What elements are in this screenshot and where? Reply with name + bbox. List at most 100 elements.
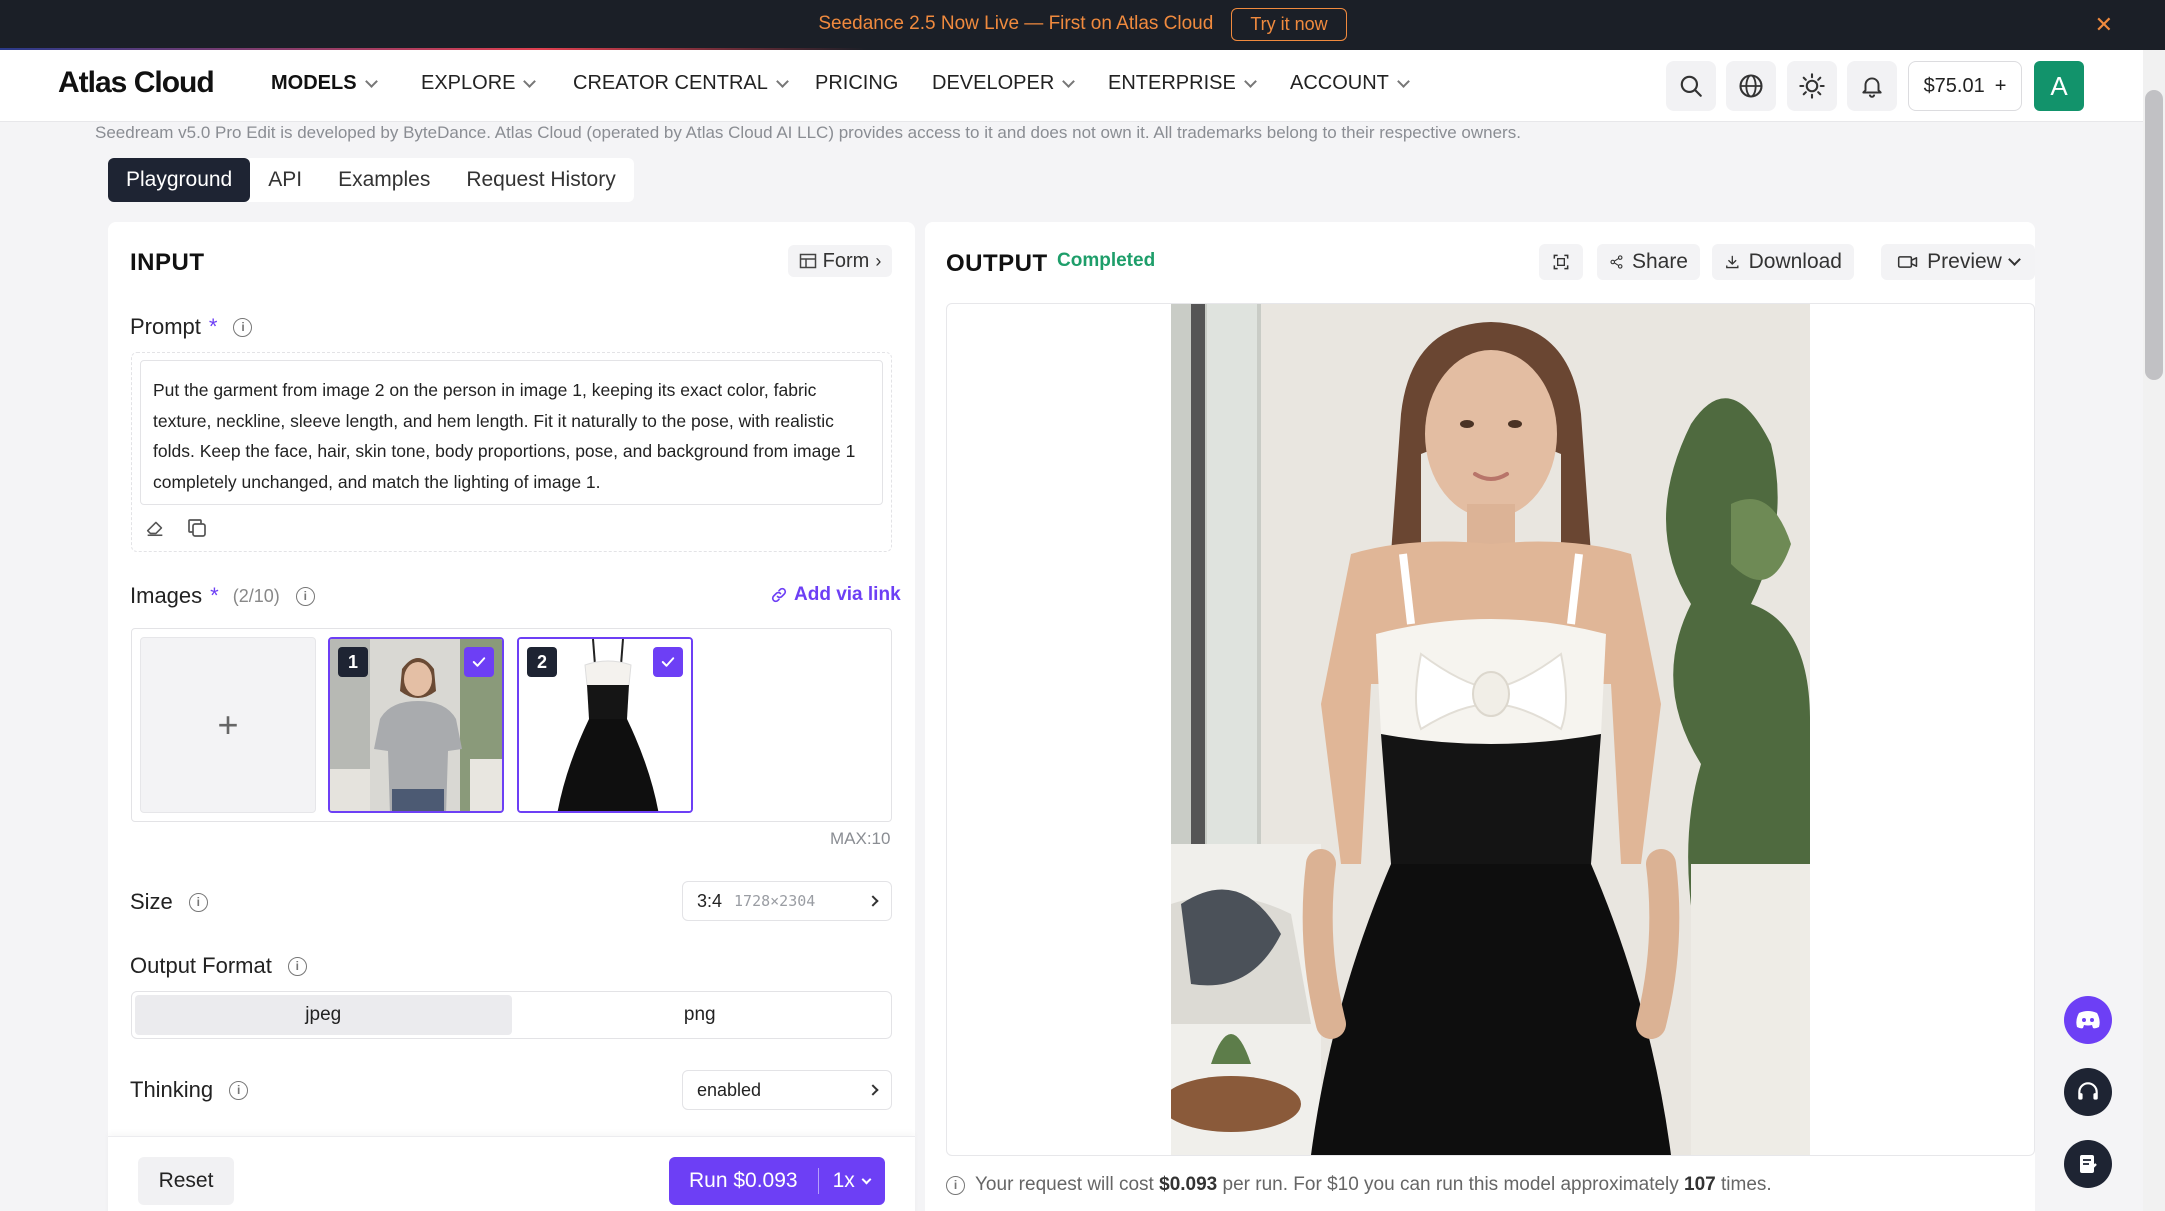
clear-prompt-button[interactable] — [144, 516, 166, 543]
fullscreen-button[interactable] — [1539, 244, 1583, 280]
add-image-button[interactable]: + — [140, 637, 316, 813]
sun-icon — [1799, 73, 1825, 99]
nav-label: ACCOUNT — [1290, 72, 1389, 94]
input-title: INPUT — [130, 249, 205, 276]
share-icon — [1610, 255, 1623, 269]
chevron-down-icon — [364, 74, 378, 88]
support-button[interactable] — [2064, 1068, 2112, 1116]
nav-explore[interactable]: EXPLORE — [421, 72, 537, 95]
share-button[interactable]: Share — [1597, 244, 1700, 280]
images-label-row: Images * (2/10) i — [130, 583, 315, 609]
cost-middle: per run. For $10 you can run this model … — [1222, 1174, 1679, 1195]
thinking-value: enabled — [697, 1079, 762, 1100]
search-button[interactable] — [1666, 61, 1716, 111]
nav-label: CREATOR CENTRAL — [573, 72, 768, 94]
notes-icon — [2080, 1155, 2097, 1173]
prompt-label-row: Prompt * i — [130, 314, 253, 340]
nav-pricing[interactable]: PRICING — [815, 72, 898, 95]
check-icon — [661, 657, 675, 667]
discord-button[interactable] — [2064, 996, 2112, 1044]
check-icon — [472, 657, 486, 667]
selected-checkbox[interactable] — [653, 647, 683, 677]
model-disclaimer: Seedream v5.0 Pro Edit is developed by B… — [95, 123, 1521, 142]
nav-enterprise[interactable]: ENTERPRISE — [1108, 72, 1257, 95]
cost-note: i Your request will cost $0.093 per run.… — [946, 1174, 1772, 1196]
copy-icon — [188, 519, 206, 537]
preview-dropdown[interactable]: Preview — [1881, 244, 2035, 280]
max-images-note: MAX:10 — [830, 829, 891, 848]
feedback-button[interactable] — [2064, 1140, 2112, 1188]
nav-label: EXPLORE — [421, 72, 516, 94]
nav-label: MODELS — [271, 72, 357, 94]
chevron-down-icon — [775, 74, 789, 88]
avatar[interactable]: A — [2034, 61, 2084, 111]
tab-api[interactable]: API — [250, 158, 320, 202]
format-option-png[interactable]: png — [512, 995, 889, 1035]
chevron-down-icon — [523, 74, 537, 88]
scrollbar-thumb[interactable] — [2145, 90, 2163, 380]
globe-icon — [1739, 74, 1763, 98]
nav-creator-central[interactable]: CREATOR CENTRAL — [573, 72, 789, 95]
language-button[interactable] — [1726, 61, 1776, 111]
try-it-now-button[interactable]: Try it now — [1231, 7, 1347, 41]
format-option-jpeg[interactable]: jpeg — [135, 995, 512, 1035]
download-label: Download — [1748, 250, 1842, 273]
promo-banner: Seedance 2.5 Now Live — First on Atlas C… — [0, 0, 2165, 48]
nav-developer[interactable]: DEVELOPER — [932, 72, 1076, 95]
image-thumbnail-1[interactable]: 1 — [328, 637, 504, 813]
reset-button[interactable]: Reset — [138, 1157, 234, 1205]
preview-label: Preview — [1927, 250, 2002, 273]
size-select[interactable]: 3:4 1728×2304 — [682, 881, 892, 921]
info-icon[interactable]: i — [287, 956, 307, 976]
output-image[interactable] — [1171, 304, 1810, 1155]
info-icon[interactable]: i — [233, 317, 253, 337]
info-icon: i — [946, 1175, 965, 1195]
logo[interactable]: Atlas Cloud — [58, 66, 215, 100]
tab-examples[interactable]: Examples — [320, 158, 448, 202]
nav-account[interactable]: ACCOUNT — [1290, 72, 1410, 95]
output-format-label: Output Format — [130, 953, 272, 978]
info-icon[interactable]: i — [229, 1080, 249, 1100]
nav-models[interactable]: MODELS — [271, 72, 378, 95]
add-via-link-button[interactable]: Add via link — [770, 584, 901, 606]
images-label: Images — [130, 583, 203, 608]
tab-request-history[interactable]: Request History — [448, 158, 633, 202]
run-label[interactable]: Run $0.093 — [669, 1168, 819, 1194]
info-icon[interactable]: i — [295, 586, 315, 606]
bell-icon — [1862, 77, 1882, 98]
thinking-select[interactable]: enabled — [682, 1070, 892, 1110]
chevron-right-icon: › — [875, 250, 882, 271]
chevron-down-icon — [1062, 74, 1076, 88]
form-label: Form — [822, 249, 870, 272]
cost-runs: 107 — [1684, 1174, 1716, 1195]
run-multiplier-dropdown[interactable]: 1x — [819, 1169, 884, 1193]
selected-checkbox[interactable] — [464, 647, 494, 677]
nav-label: ENTERPRISE — [1108, 72, 1236, 94]
info-icon[interactable]: i — [188, 892, 208, 912]
cost-prefix: Your request will cost — [975, 1174, 1154, 1195]
prompt-textarea[interactable]: Put the garment from image 2 on the pers… — [140, 360, 883, 505]
status-badge: Completed — [1057, 250, 1156, 271]
close-icon[interactable]: ✕ — [2095, 12, 2113, 38]
balance-button[interactable]: $75.01 + — [1908, 61, 2022, 111]
download-icon — [1726, 255, 1739, 269]
table-icon — [799, 253, 816, 269]
nav-label: DEVELOPER — [932, 72, 1055, 94]
tab-bar: Playground API Examples Request History — [108, 158, 634, 202]
download-button[interactable]: Download — [1712, 244, 1854, 280]
run-button[interactable]: Run $0.093 1x — [669, 1157, 885, 1205]
video-camera-icon — [1898, 256, 1918, 268]
images-count: (2/10) — [232, 585, 280, 606]
chevron-right-icon — [867, 1084, 879, 1096]
copy-prompt-button[interactable] — [185, 516, 209, 545]
chevron-right-icon — [867, 895, 879, 907]
cost-text: Your request will cost $0.093 per run. F… — [975, 1174, 1772, 1196]
add-via-link-label: Add via link — [794, 584, 901, 605]
theme-toggle-button[interactable] — [1787, 61, 1837, 111]
image-thumbnail-2[interactable]: 2 — [517, 637, 693, 813]
generated-dress-photo — [1171, 304, 1810, 1155]
link-icon — [771, 587, 787, 603]
tab-playground[interactable]: Playground — [108, 158, 251, 202]
notifications-button[interactable] — [1847, 61, 1897, 111]
form-toggle-button[interactable]: Form › — [788, 245, 892, 277]
